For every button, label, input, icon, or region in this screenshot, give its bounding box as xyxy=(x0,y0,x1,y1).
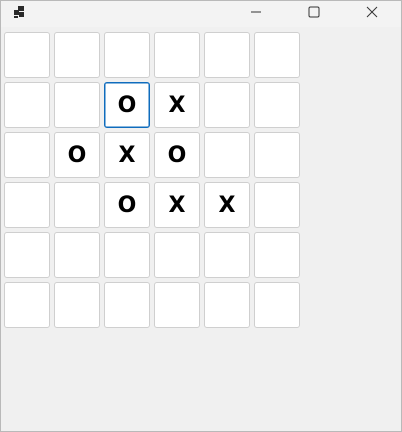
board-cell-r2-c4[interactable] xyxy=(204,132,250,178)
board-cell-r4-c4[interactable] xyxy=(204,232,250,278)
title-bar[interactable] xyxy=(1,1,401,27)
close-button[interactable] xyxy=(343,1,401,27)
board-cell-r0-c0[interactable] xyxy=(4,32,50,78)
board-cell-r2-c0[interactable] xyxy=(4,132,50,178)
board-cell-r0-c2[interactable] xyxy=(104,32,150,78)
board-cell-r2-c3[interactable]: O xyxy=(154,132,200,178)
board-cell-r0-c1[interactable] xyxy=(54,32,100,78)
board-cell-r1-c3[interactable]: X xyxy=(154,82,200,128)
board-cell-r1-c2[interactable]: O xyxy=(104,82,150,128)
board-cell-r5-c4[interactable] xyxy=(204,282,250,328)
minimize-button[interactable] xyxy=(227,1,285,27)
board-cell-r5-c1[interactable] xyxy=(54,282,100,328)
board-cell-r4-c1[interactable] xyxy=(54,232,100,278)
board-cell-r1-c0[interactable] xyxy=(4,82,50,128)
board-cell-r4-c3[interactable] xyxy=(154,232,200,278)
board-cell-r5-c2[interactable] xyxy=(104,282,150,328)
board-cell-r3-c3[interactable]: X xyxy=(154,182,200,228)
board-cell-r4-c2[interactable] xyxy=(104,232,150,278)
board-cell-r0-c3[interactable] xyxy=(154,32,200,78)
maximize-button[interactable] xyxy=(285,1,343,27)
board-cell-r5-c5[interactable] xyxy=(254,282,300,328)
board-cell-r1-c4[interactable] xyxy=(204,82,250,128)
board-cell-r1-c1[interactable] xyxy=(54,82,100,128)
maximize-icon xyxy=(308,5,320,23)
board-cell-r3-c1[interactable] xyxy=(54,182,100,228)
board-cell-r1-c5[interactable] xyxy=(254,82,300,128)
board-cell-r4-c5[interactable] xyxy=(254,232,300,278)
board-cell-r0-c4[interactable] xyxy=(204,32,250,78)
board-cell-r3-c5[interactable] xyxy=(254,182,300,228)
board-cell-r3-c0[interactable] xyxy=(4,182,50,228)
board-cell-r2-c5[interactable] xyxy=(254,132,300,178)
board-grid-icon xyxy=(11,4,27,20)
close-icon xyxy=(366,5,378,23)
board-cell-r5-c0[interactable] xyxy=(4,282,50,328)
minimize-icon xyxy=(250,5,262,23)
board-cell-r0-c5[interactable] xyxy=(254,32,300,78)
board-cell-r5-c3[interactable] xyxy=(154,282,200,328)
game-window: OXOXOOXX xyxy=(0,0,402,432)
board-cell-r2-c1[interactable]: O xyxy=(54,132,100,178)
board-cell-r2-c2[interactable]: X xyxy=(104,132,150,178)
board-cell-r3-c2[interactable]: O xyxy=(104,182,150,228)
board-cell-r3-c4[interactable]: X xyxy=(204,182,250,228)
board-cell-r4-c0[interactable] xyxy=(4,232,50,278)
game-board: OXOXOOXX xyxy=(4,32,304,332)
